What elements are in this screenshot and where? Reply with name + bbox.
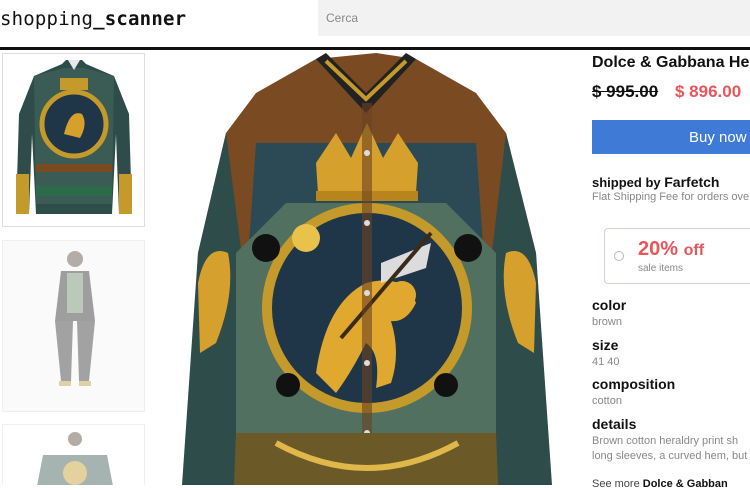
site-logo[interactable]: shopping_scanner xyxy=(0,8,186,30)
header-divider xyxy=(0,47,750,50)
composition-value: cotton xyxy=(592,395,622,407)
see-more-brand: Dolce & Gabban xyxy=(642,478,728,490)
search-input[interactable] xyxy=(318,0,746,36)
sale-price: $ 896.00 xyxy=(675,82,742,101)
main-product-image[interactable] xyxy=(176,53,558,485)
original-price: $ 995.00 xyxy=(592,82,659,101)
store-name[interactable]: Farfetch xyxy=(664,174,719,190)
see-more-prefix: See more xyxy=(592,478,640,490)
size-value: 41 40 xyxy=(592,356,620,368)
thumbnail-3[interactable] xyxy=(2,424,145,485)
details-label: details xyxy=(592,416,637,432)
promo-off-label: off xyxy=(683,242,705,259)
logo-suffix: scanner xyxy=(104,8,187,30)
promo-subtitle: sale items xyxy=(638,263,684,274)
logo-separator: _ xyxy=(93,8,105,30)
thumbnail-2[interactable] xyxy=(2,240,145,412)
buy-now-button[interactable]: Buy now xyxy=(592,120,750,154)
size-label: size xyxy=(592,337,619,353)
shipping-note: Flat Shipping Fee for orders ove xyxy=(592,191,750,203)
promo-percent-value: 20% xyxy=(638,238,679,260)
composition-label: composition xyxy=(592,376,676,392)
logo-prefix: shopping xyxy=(0,8,94,30)
details-value-line2: long sleeves, a curved hem, but xyxy=(592,450,748,462)
details-value-line1: Brown cotton heraldry print sh xyxy=(592,435,739,447)
color-value: brown xyxy=(592,316,622,328)
promo-percent: 20% off xyxy=(638,238,704,261)
color-label: color xyxy=(592,297,627,313)
see-more-link[interactable]: See more Dolce & Gabban xyxy=(592,478,728,490)
promo-card[interactable]: 20% off sale items xyxy=(604,228,750,284)
promo-radio[interactable] xyxy=(614,251,624,261)
product-title: Dolce & Gabbana Her xyxy=(592,54,750,71)
search-bar xyxy=(318,0,750,36)
header: shopping_scanner xyxy=(0,0,750,48)
thumbnail-1[interactable] xyxy=(2,53,145,227)
shipped-by-label: shipped by xyxy=(592,175,661,190)
shipped-by: shipped by Farfetch xyxy=(592,174,719,190)
